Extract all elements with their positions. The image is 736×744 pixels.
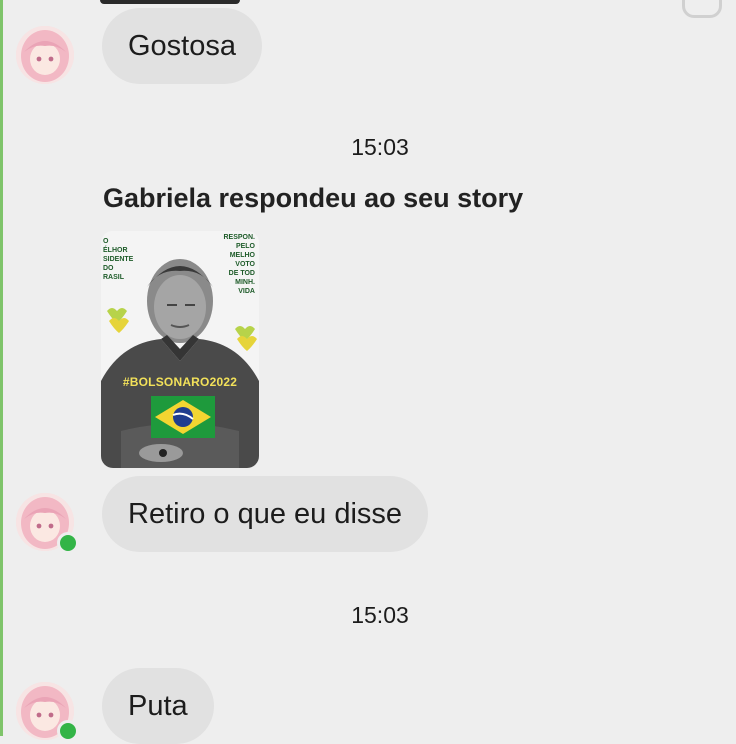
online-status-dot bbox=[57, 532, 79, 554]
message-bubble[interactable]: Puta bbox=[102, 668, 214, 744]
message-bubble[interactable]: Gostosa bbox=[102, 8, 262, 84]
previous-media-edge bbox=[100, 0, 240, 4]
story-thumbnail[interactable]: O ÉLHOR SIDENTE DO RASIL RESPON. PELO ME… bbox=[101, 231, 259, 468]
story-reply-notice: Gabriela respondeu ao seu story bbox=[103, 183, 524, 213]
timestamp: 15:03 bbox=[351, 602, 409, 628]
story-right-text: RESPON. PELO MELHO VOTO DE TOD MINH. VID… bbox=[223, 234, 255, 295]
avatar[interactable] bbox=[16, 26, 74, 84]
message-bubble[interactable]: Retiro o que eu disse bbox=[102, 476, 429, 552]
story-left-text: O ÉLHOR SIDENTE DO RASIL bbox=[103, 238, 134, 281]
timestamp: 15:03 bbox=[351, 134, 409, 160]
corner-icon[interactable] bbox=[682, 0, 722, 18]
story-hashtag: #BOLSONARO2022 bbox=[122, 375, 238, 389]
online-status-dot bbox=[57, 720, 79, 742]
anime-girl-avatar-icon bbox=[16, 26, 74, 84]
